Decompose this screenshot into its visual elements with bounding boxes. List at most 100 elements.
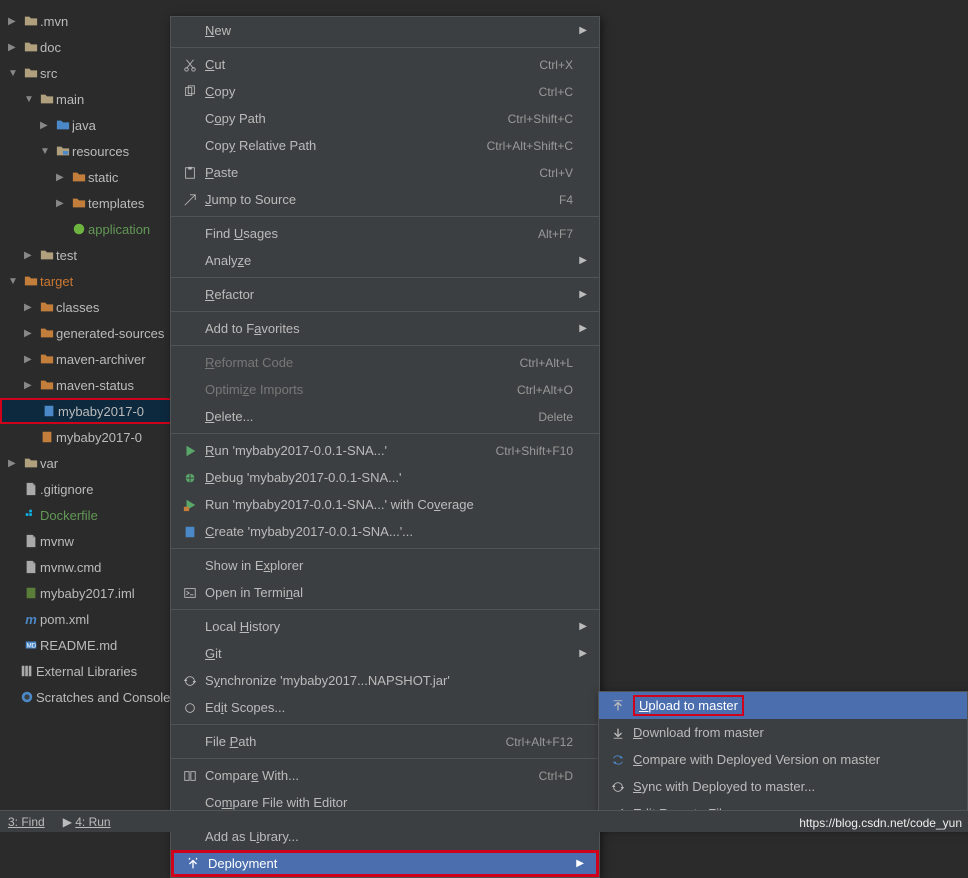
tree-label: .mvn: [40, 14, 68, 29]
menu-shortcut: Ctrl+Alt+Shift+C: [487, 139, 573, 153]
md-icon: MD: [22, 638, 40, 652]
sync2-icon: [611, 753, 633, 767]
menu-item-deployment[interactable]: Deployment▶: [171, 850, 599, 877]
tree-label: Dockerfile: [40, 508, 98, 523]
menu-item-copyrelativepath[interactable]: Copy Relative PathCtrl+Alt+Shift+C: [171, 132, 599, 159]
jar-blue-icon: [40, 404, 58, 418]
status-run[interactable]: ▶ 4: Run: [63, 815, 111, 829]
tree-arrow[interactable]: ▶: [24, 328, 38, 339]
submenu-item-syncwithdeployedtomaster[interactable]: Sync with Deployed to master...: [599, 773, 967, 800]
menu-shortcut: Ctrl+Shift+C: [508, 112, 573, 126]
menu-item-runmybaby2017001sna[interactable]: Run 'mybaby2017-0.0.1-SNA...'Ctrl+Shift+…: [171, 437, 599, 464]
tree-arrow[interactable]: ▶: [8, 42, 22, 53]
tree-arrow[interactable]: ▼: [8, 68, 22, 79]
tree-label: mybaby2017-0: [56, 430, 142, 445]
folder-icon: [22, 456, 40, 470]
menu-shortcut: Ctrl+Alt+O: [517, 383, 573, 397]
menu-item-jumptosource[interactable]: Jump to SourceF4: [171, 186, 599, 213]
tree-label: pom.xml: [40, 612, 89, 627]
menu-label: Refactor: [205, 287, 573, 302]
tree-arrow[interactable]: ▶: [24, 302, 38, 313]
menu-label: Open in Terminal: [205, 585, 573, 600]
menu-label: New: [205, 23, 573, 38]
menu-label: Git: [205, 646, 573, 661]
tree-label: doc: [40, 40, 61, 55]
menu-item-filepath[interactable]: File PathCtrl+Alt+F12: [171, 728, 599, 755]
menu-item-findusages[interactable]: Find UsagesAlt+F7: [171, 220, 599, 247]
menu-label: Find Usages: [205, 226, 538, 241]
tree-arrow[interactable]: ▼: [24, 94, 38, 105]
menu-item-copypath[interactable]: Copy PathCtrl+Shift+C: [171, 105, 599, 132]
tree-label: target: [40, 274, 73, 289]
menu-item-new[interactable]: New▶: [171, 17, 599, 44]
menu-item-createmybaby2017001sna[interactable]: Create 'mybaby2017-0.0.1-SNA...'...: [171, 518, 599, 545]
iml-icon: [22, 586, 40, 600]
deploy-icon: [186, 857, 208, 871]
menu-item-comparewith[interactable]: Compare With...Ctrl+D: [171, 762, 599, 789]
menu-item-refactor[interactable]: Refactor▶: [171, 281, 599, 308]
menu-item-localhistory[interactable]: Local History▶: [171, 613, 599, 640]
menu-item-delete[interactable]: Delete...Delete: [171, 403, 599, 430]
menu-item-showinexplorer[interactable]: Show in Explorer: [171, 552, 599, 579]
copy-icon: [183, 85, 205, 99]
tree-label: java: [72, 118, 96, 133]
submenu-arrow-icon: ▶: [573, 621, 587, 632]
tree-arrow[interactable]: ▶: [8, 16, 22, 27]
menu-item-paste[interactable]: PasteCtrl+V: [171, 159, 599, 186]
tree-arrow[interactable]: ▶: [24, 250, 38, 261]
folder-icon: [22, 66, 40, 80]
edit-icon: [183, 701, 205, 715]
tree-arrow[interactable]: ▼: [8, 276, 22, 287]
tree-label: main: [56, 92, 84, 107]
tree-label: static: [88, 170, 118, 185]
menu-label: Compare With...: [205, 768, 539, 783]
submenu-label: Sync with Deployed to master...: [633, 779, 955, 794]
compare-icon: [183, 769, 205, 783]
status-find[interactable]: 3: Find: [8, 815, 45, 829]
jump-icon: [183, 193, 205, 207]
tree-arrow[interactable]: ▶: [8, 458, 22, 469]
menu-item-git[interactable]: Git▶: [171, 640, 599, 667]
menu-item-addtofavorites[interactable]: Add to Favorites▶: [171, 315, 599, 342]
tree-arrow[interactable]: ▶: [40, 120, 54, 131]
submenu-item-downloadfrommaster[interactable]: Download from master: [599, 719, 967, 746]
menu-shortcut: Ctrl+C: [539, 85, 573, 99]
terminal-icon: [183, 586, 205, 600]
tree-arrow[interactable]: ▶: [24, 354, 38, 365]
menu-item-synchronizemybaby2017napshotjar[interactable]: Synchronize 'mybaby2017...NAPSHOT.jar': [171, 667, 599, 694]
tree-label: templates: [88, 196, 144, 211]
menu-label: Cut: [205, 57, 539, 72]
jar-icon: [38, 430, 56, 444]
menu-item-editscopes[interactable]: Edit Scopes...: [171, 694, 599, 721]
menu-shortcut: Ctrl+Alt+L: [520, 356, 573, 370]
download-icon: [611, 726, 633, 740]
tree-arrow[interactable]: ▼: [40, 146, 54, 157]
submenu-label: Compare with Deployed Version on master: [633, 752, 955, 767]
menu-item-analyze[interactable]: Analyze▶: [171, 247, 599, 274]
maven-icon: m: [22, 612, 40, 627]
folder-icon: [38, 92, 56, 106]
tree-label: .gitignore: [40, 482, 93, 497]
tree-label: maven-status: [56, 378, 134, 393]
context-menu: New▶CutCtrl+XCopyCtrl+CCopy PathCtrl+Shi…: [170, 16, 600, 878]
tree-label: mvnw.cmd: [40, 560, 101, 575]
menu-label: Copy Relative Path: [205, 138, 487, 153]
tree-arrow[interactable]: ▶: [56, 198, 70, 209]
tree-label: External Libraries: [36, 664, 137, 679]
tree-label: test: [56, 248, 77, 263]
menu-item-copy[interactable]: CopyCtrl+C: [171, 78, 599, 105]
folder-gen-icon: [70, 170, 88, 184]
tree-label: var: [40, 456, 58, 471]
file-icon: [22, 560, 40, 574]
menu-item-cut[interactable]: CutCtrl+X: [171, 51, 599, 78]
menu-item-openinterminal[interactable]: Open in Terminal: [171, 579, 599, 606]
tree-label: README.md: [40, 638, 117, 653]
submenu-item-uploadtomaster[interactable]: Upload to master: [599, 692, 967, 719]
submenu-item-comparewithdeployedversiononmaster[interactable]: Compare with Deployed Version on master: [599, 746, 967, 773]
sync-icon: [183, 674, 205, 688]
tree-arrow[interactable]: ▶: [24, 380, 38, 391]
spring-icon: [70, 222, 88, 236]
menu-item-debugmybaby2017001sna[interactable]: Debug 'mybaby2017-0.0.1-SNA...': [171, 464, 599, 491]
tree-arrow[interactable]: ▶: [56, 172, 70, 183]
menu-item-runmybaby2017001snawithcoverage[interactable]: Run 'mybaby2017-0.0.1-SNA...' with Cover…: [171, 491, 599, 518]
